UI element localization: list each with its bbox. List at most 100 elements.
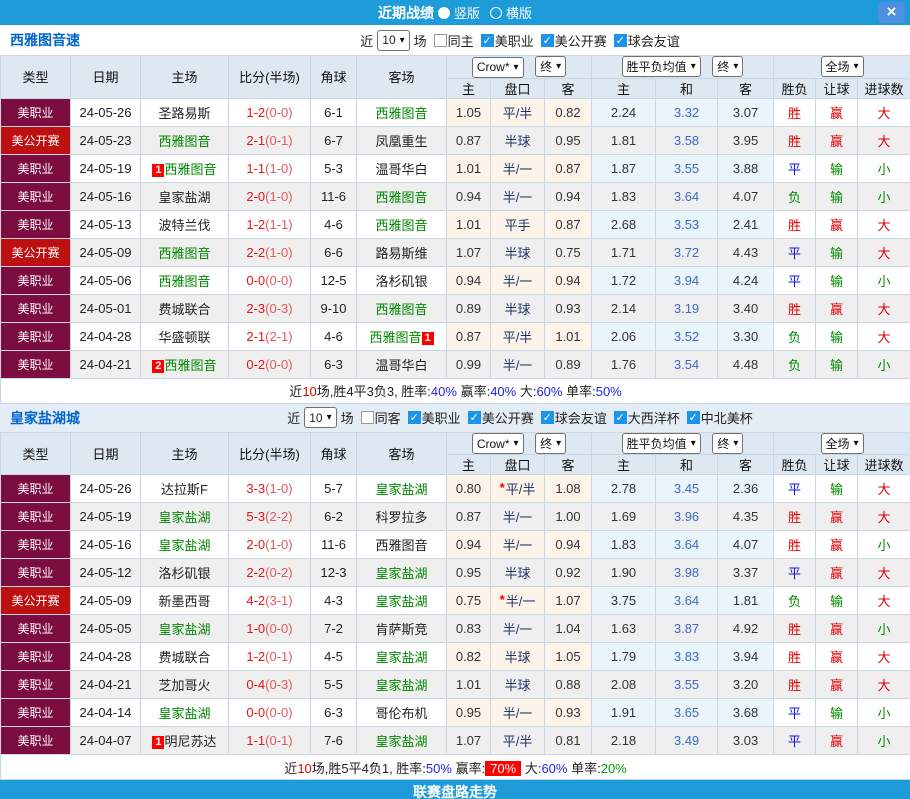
league-checkbox-4[interactable]: ✓ (686, 411, 700, 424)
odds-company-select[interactable]: Crow* ▾ (471, 56, 524, 78)
avg-home-odds: 1.91 (591, 698, 657, 727)
corners: 5-7 (310, 474, 357, 503)
avg-stage-select[interactable]: 终 ▾ (712, 56, 744, 78)
away-team-name: 皇家盐湖 (375, 482, 428, 497)
league-checkbox-1[interactable]: ✓ (467, 411, 481, 424)
home-odds: 0.83 (446, 614, 491, 643)
avg-draw-odds: 3.19 (655, 293, 719, 323)
chevron-down-icon: ▾ (690, 61, 696, 73)
match-count-select[interactable]: 10 ▾ (377, 29, 410, 51)
odds-company-select[interactable]: Crow* ▾ (471, 433, 524, 454)
result-wdl: 胜 (773, 125, 817, 155)
handicap-line: 半/一 (490, 698, 545, 727)
home-team: 西雅图音 (140, 125, 229, 155)
same-venue-checkbox[interactable] (433, 33, 447, 47)
league-checkbox-2[interactable]: ✓ (540, 411, 554, 424)
away-odds: 1.04 (543, 614, 593, 643)
match-type: 美职业 (0, 558, 71, 587)
odds-stage-select[interactable]: 终 ▾ (535, 432, 567, 454)
away-team: 皇家盐湖 (356, 474, 447, 503)
match-row: 美职业 24-05-06 西雅图音 0-0(0-0) 12-5 洛杉矶银 0.94 半/一 0.… (0, 265, 910, 295)
home-team-name: 皇家盐湖 (158, 510, 211, 525)
match-count-select[interactable]: 10 ▾ (304, 407, 337, 428)
home-odds: 1.07 (446, 726, 491, 755)
summary-segment-1: 10 (302, 384, 317, 399)
away-team: 西雅图音 (356, 97, 447, 127)
same-venue-checkbox[interactable] (360, 411, 374, 424)
league-checkbox-0[interactable]: ✓ (407, 411, 421, 424)
radio-landscape[interactable] (490, 6, 502, 19)
match-type: 美职业 (0, 321, 71, 351)
home-odds: 0.80 (446, 474, 491, 503)
live-star-icon: * (499, 480, 505, 495)
chevron-down-icon: ▾ (733, 61, 739, 73)
result-wdl: 胜 (773, 530, 817, 559)
odds-stage-select[interactable]: 终 ▾ (535, 56, 567, 77)
fulltime-score: 2-1 (246, 132, 266, 148)
sub-header-handicap-result: 让球 (815, 77, 859, 99)
avg-home-odds: 2.68 (591, 209, 657, 239)
avg-home-odds: 1.83 (591, 181, 657, 211)
score: 1-0(0-0) (228, 614, 311, 643)
away-team: 西雅图音 (356, 530, 447, 559)
home-team: 西雅图音 (140, 265, 229, 295)
league-checkbox-3[interactable]: ✓ (613, 411, 627, 424)
fulltime-group-header: 全场 ▾ (773, 431, 910, 455)
summary-segment-6: 大: (516, 384, 537, 399)
handicap-text: 半/一 (502, 161, 533, 177)
league-trend-link[interactable]: 联赛盘路走势 (0, 780, 910, 799)
radio-landscape-label[interactable]: 横版 (506, 3, 532, 22)
corners: 12-3 (310, 558, 357, 587)
match-type: 美职业 (0, 502, 71, 531)
away-team-name: 洛杉矶银 (375, 273, 428, 289)
league-checkbox-2[interactable]: ✓ (613, 33, 627, 47)
fulltime-score: 1-1 (246, 733, 266, 748)
away-team-name: 皇家盐湖 (375, 566, 428, 581)
avg-stage-select[interactable]: 终 ▾ (712, 432, 744, 454)
match-date: 24-05-05 (70, 614, 141, 643)
avg-draw-odds: 3.55 (655, 670, 719, 699)
league-checkbox-1[interactable]: ✓ (540, 33, 554, 47)
result-handicap: 赢 (815, 558, 859, 587)
avg-select[interactable]: 胜平负均值 ▾ (621, 432, 701, 454)
close-icon[interactable]: × (878, 2, 905, 23)
score: 5-3(2-2) (228, 502, 311, 531)
avg-select[interactable]: 胜平负均值 ▾ (621, 56, 701, 78)
col-header-date: 日期 (70, 55, 141, 99)
chevron-down-icon: ▾ (853, 437, 859, 449)
fulltime-score: 1-2 (246, 104, 266, 120)
league-label-4: 中北美杯 (700, 411, 753, 426)
chevron-down-icon: ▾ (733, 437, 739, 449)
league-label-2: 球会友谊 (554, 411, 607, 426)
avg-home-odds: 2.06 (591, 321, 657, 351)
handicap-line: *半/一 (490, 586, 545, 615)
col-header-type: 类型 (0, 55, 71, 99)
sub-header-avg-draw: 和 (655, 77, 719, 99)
avg-home-odds: 2.08 (591, 670, 657, 699)
match-row: 美职业 24-05-19 皇家盐湖 5-3(2-2) 6-2 科罗拉多 0.87 半/一 1.0… (0, 502, 910, 531)
match-type: 美公开赛 (0, 125, 71, 155)
chevron-down-icon: ▾ (326, 412, 332, 423)
fulltime-select[interactable]: 全场 ▾ (820, 56, 864, 78)
radio-portrait[interactable] (437, 6, 450, 19)
summary-row: 近10场,胜4平3负3, 胜率:40% 赢率:40% 大:60% 单率:50% (0, 377, 910, 404)
section-bar-saltlake: 皇家盐湖城 近 10 ▾ 场同客 ✓ 美职业 ✓ 美公开赛 ✓ 球会友谊 ✓ 大西洋杯 ✓ 中北美杯 (0, 403, 910, 432)
handicap-line: 半/一 (490, 181, 545, 211)
away-team: 路易斯维 (356, 237, 447, 267)
handicap-line: 平/半 (490, 97, 545, 127)
result-wdl: 胜 (773, 614, 817, 643)
match-date: 24-04-14 (70, 698, 141, 727)
league-checkbox-0[interactable]: ✓ (480, 33, 494, 47)
result-handicap: 赢 (815, 614, 859, 643)
radio-portrait-label[interactable]: 竖版 (454, 3, 480, 22)
handicap-line: 平/半 (490, 726, 545, 755)
fulltime-score: 1-2 (246, 649, 266, 664)
halftime-score: (1-1) (265, 216, 293, 232)
fulltime-select[interactable]: 全场 ▾ (820, 432, 864, 454)
avg-draw-odds: 3.83 (655, 642, 719, 671)
result-wdl: 平 (773, 474, 817, 503)
match-date: 24-04-21 (70, 670, 141, 699)
halftime-score: (0-2) (265, 565, 293, 580)
sub-header-odds-away: 客 (543, 77, 593, 99)
match-type: 美职业 (0, 614, 71, 643)
